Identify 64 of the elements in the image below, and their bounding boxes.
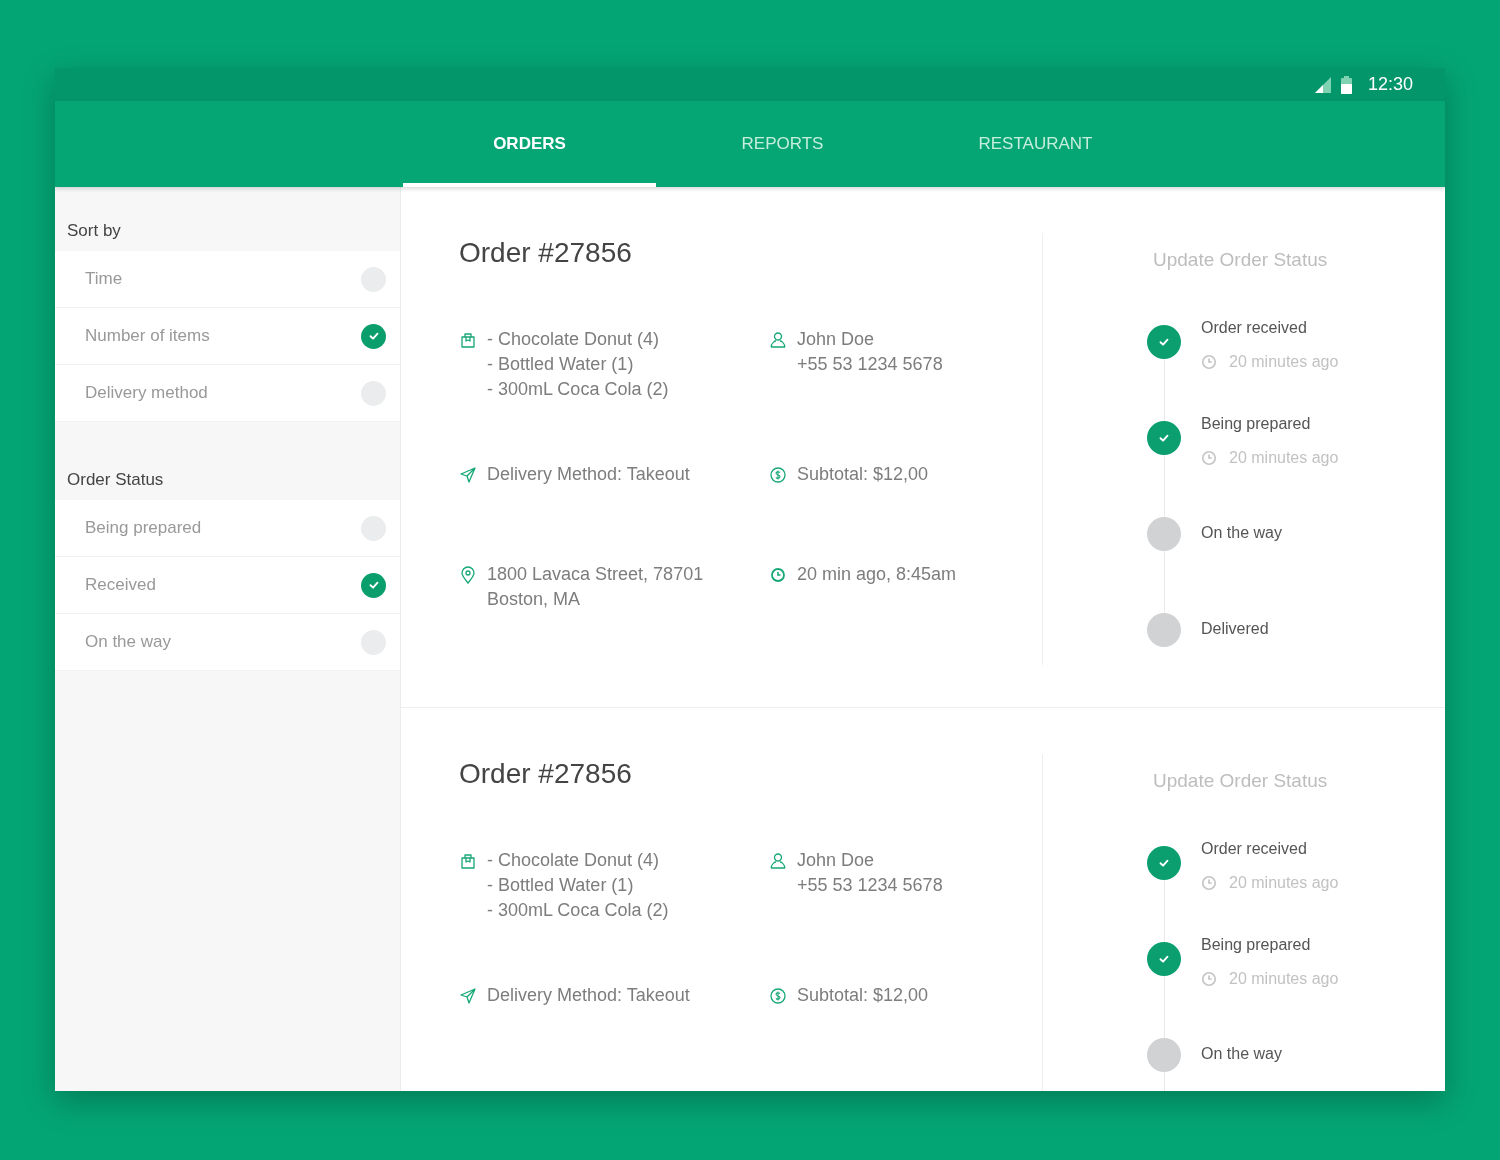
order-items: - Chocolate Donut (4) - Bottled Water (1) - 300mL Coca Cola (2) — [487, 328, 669, 401]
filter-option[interactable]: Delivery method — [55, 365, 400, 422]
filter-option[interactable]: On the way — [55, 614, 400, 671]
status-step-label: Delivered — [1201, 620, 1269, 638]
delivery-method: Delivery Method: Takeout — [487, 984, 690, 1007]
clock-icon — [1201, 450, 1217, 466]
status-step-label: Order received — [1201, 840, 1308, 858]
status-step-label: Order received — [1201, 319, 1308, 337]
status-step-label: Being prepared — [1201, 936, 1312, 954]
clock-icon — [1201, 875, 1217, 891]
status-step-label: On the way — [1201, 1045, 1282, 1063]
section-title: Order Status — [66, 470, 165, 491]
filter-option[interactable]: Time — [55, 251, 400, 308]
status-step-indicator[interactable] — [1147, 613, 1181, 647]
shopping-bag-icon — [459, 331, 477, 349]
clock-icon — [1201, 971, 1217, 987]
step-time: 20 minutes ago — [1229, 970, 1339, 988]
order-title: Order #27856 — [459, 237, 633, 269]
status-time: 12:30 — [1367, 74, 1413, 95]
delivery-address: 1800 Lavaca Street, 78701 Boston, MA — [487, 563, 704, 611]
battery-icon — [1340, 75, 1352, 94]
clock-icon — [1201, 354, 1217, 370]
section-title: Sort by — [66, 220, 122, 242]
nav-tab[interactable]: ORDERS — [403, 101, 656, 187]
status-step-indicator[interactable] — [1147, 846, 1181, 880]
paper-plane-icon — [459, 466, 477, 484]
location-pin-icon — [459, 566, 477, 584]
status-step-label: On the way — [1201, 524, 1282, 542]
status-step-indicator[interactable] — [1147, 421, 1181, 455]
order-items: - Chocolate Donut (4) - Bottled Water (1) - 300mL Coca Cola (2) — [487, 849, 669, 922]
step-time: 20 minutes ago — [1229, 874, 1339, 892]
filter-option[interactable]: Received — [55, 557, 400, 614]
customer-phone: +55 53 1234 5678 — [797, 353, 943, 376]
delivery-method: Delivery Method: Takeout — [487, 463, 690, 486]
signal-icon — [1314, 76, 1331, 93]
dollar-icon — [769, 466, 787, 484]
paper-plane-icon — [459, 987, 477, 1005]
order-time: 20 min ago, 8:45am — [797, 563, 957, 586]
radio-indicator[interactable] — [361, 572, 386, 598]
shopping-bag-icon — [459, 852, 477, 870]
status-step-label: Being prepared — [1201, 415, 1312, 433]
user-icon — [769, 331, 787, 349]
nav-tab[interactable]: RESTAURANT — [909, 101, 1162, 187]
status-step-indicator[interactable] — [1147, 517, 1181, 551]
clock-icon — [769, 566, 787, 584]
order-title: Order #27856 — [459, 758, 633, 790]
filter-option[interactable]: Number of items — [55, 308, 400, 365]
step-time: 20 minutes ago — [1229, 449, 1339, 467]
user-icon — [769, 852, 787, 870]
status-step-indicator[interactable] — [1147, 325, 1181, 359]
customer-name: John Doe — [797, 849, 876, 872]
status-panel-title: Update Order Status — [1153, 249, 1329, 271]
status-panel-title: Update Order Status — [1153, 770, 1329, 792]
subtotal: Subtotal: $12,00 — [797, 463, 929, 486]
nav-tab[interactable]: REPORTS — [656, 101, 909, 187]
subtotal: Subtotal: $12,00 — [797, 984, 929, 1007]
dollar-icon — [769, 987, 787, 1005]
customer-name: John Doe — [797, 328, 876, 351]
filter-option[interactable]: Being prepared — [55, 500, 400, 557]
step-time: 20 minutes ago — [1229, 353, 1339, 371]
status-step-indicator[interactable] — [1147, 1038, 1181, 1072]
customer-phone: +55 53 1234 5678 — [797, 874, 943, 897]
radio-indicator[interactable] — [361, 323, 386, 349]
status-step-indicator[interactable] — [1147, 942, 1181, 976]
